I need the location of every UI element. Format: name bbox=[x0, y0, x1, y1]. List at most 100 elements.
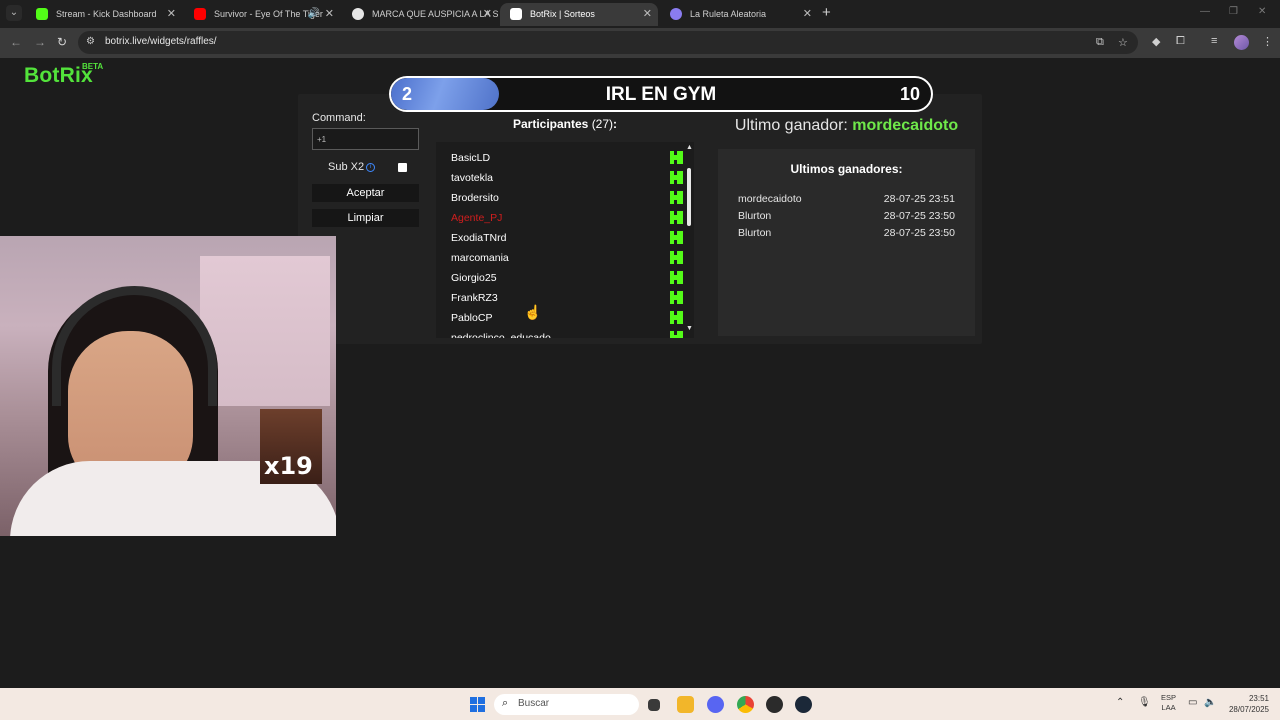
close-tab-icon[interactable]: ✕ bbox=[325, 3, 334, 25]
tray-overflow-icon[interactable]: ⌃ bbox=[1116, 697, 1124, 708]
info-icon[interactable]: i bbox=[366, 163, 375, 172]
tab-search-icon[interactable]: ⌄ bbox=[6, 5, 22, 21]
tab-kick-dashboard[interactable]: Stream - Kick Dashboard ✕ bbox=[26, 3, 182, 26]
task-view-icon[interactable] bbox=[648, 699, 660, 711]
winner-row: mordecaidoto 28-07-25 23:51 bbox=[738, 193, 955, 209]
tab-title: MARCA QUE AUSPICIA A LA SE bbox=[372, 9, 498, 19]
list-item[interactable]: marcomania bbox=[451, 248, 683, 268]
winner-row: Blurton 28-07-25 23:50 bbox=[738, 227, 955, 243]
participants-title: Participantes (27): bbox=[436, 117, 694, 131]
kick-icon bbox=[670, 151, 683, 164]
network-icon[interactable]: ▭ bbox=[1188, 697, 1197, 708]
list-item[interactable]: FrankRZ3 bbox=[451, 288, 683, 308]
close-tab-icon[interactable]: ✕ bbox=[483, 3, 492, 25]
kick-icon bbox=[670, 271, 683, 284]
tab-ruleta-aleatoria[interactable]: La Ruleta Aleatoria ✕ bbox=[660, 3, 818, 26]
clock-date: 28/07/2025 bbox=[1228, 705, 1269, 714]
sub-x2-checkbox[interactable] bbox=[398, 163, 407, 172]
volume-icon[interactable]: 🔈 bbox=[1204, 697, 1216, 708]
language-code: ESP bbox=[1161, 693, 1177, 702]
file-explorer-icon[interactable] bbox=[677, 696, 694, 713]
winner-name: Blurton bbox=[738, 227, 772, 239]
list-item[interactable]: ExodiaTNrd bbox=[451, 228, 683, 248]
kick-icon bbox=[670, 231, 683, 244]
last-winner-heading: Ultimo ganador: mordecaidoto bbox=[718, 117, 975, 135]
scroll-down-arrow-icon[interactable]: ▼ bbox=[686, 325, 693, 332]
close-window-icon[interactable]: ✕ bbox=[1258, 6, 1266, 17]
winner-date: 28-07-25 23:51 bbox=[883, 193, 955, 205]
profile-avatar[interactable] bbox=[1234, 35, 1249, 50]
scroll-up-arrow-icon[interactable]: ▲ bbox=[686, 144, 693, 151]
browser-menu-icon[interactable]: ⋮ bbox=[1262, 35, 1273, 48]
beta-badge: BETA bbox=[82, 62, 104, 71]
audio-playing-icon[interactable]: 🔊 bbox=[308, 3, 320, 25]
youtube-favicon-icon bbox=[194, 8, 206, 20]
participants-label: Participantes bbox=[512, 117, 589, 131]
list-item[interactable]: pedroclinco_educado bbox=[451, 328, 683, 338]
botrix-favicon-icon bbox=[510, 8, 522, 20]
close-tab-icon[interactable]: ✕ bbox=[643, 3, 652, 25]
raffle-progress-bar: 2 IRL EN GYM 10 bbox=[389, 76, 933, 112]
clear-button[interactable]: Limpiar bbox=[312, 209, 419, 227]
participants-list[interactable]: BasicLD tavotekla Brodersito Agente_PJ E… bbox=[436, 142, 694, 338]
close-tab-icon[interactable]: ✕ bbox=[803, 3, 812, 25]
address-bar[interactable]: ⚙ botrix.live/widgets/raffles/ ⧉ ☆ bbox=[78, 31, 1138, 54]
participant-name: tavotekla bbox=[451, 172, 494, 184]
discord-icon[interactable] bbox=[707, 696, 724, 713]
kick-icon bbox=[670, 211, 683, 224]
list-item[interactable]: BasicLD bbox=[451, 148, 683, 168]
list-item[interactable]: Giorgio25 bbox=[451, 268, 683, 288]
taskbar-search[interactable]: ⌕ Buscar bbox=[494, 694, 639, 715]
new-tab-button[interactable]: + bbox=[822, 4, 831, 21]
google-favicon-icon bbox=[352, 8, 364, 20]
search-placeholder: Buscar bbox=[518, 698, 550, 709]
list-item[interactable]: PabloCP bbox=[451, 308, 683, 328]
winner-row: Blurton 28-07-25 23:50 bbox=[738, 210, 955, 226]
url-text[interactable]: botrix.live/widgets/raffles/ bbox=[105, 36, 217, 47]
windows-taskbar: ⌕ Buscar ⌃ 🎙 ESP LAA ▭ 🔈 23:51 28/07/202… bbox=[0, 688, 1280, 720]
extension-diamond-icon[interactable]: ◆ bbox=[1152, 35, 1160, 48]
microphone-icon[interactable]: 🎙 bbox=[1138, 697, 1151, 708]
language-indicator[interactable]: ESP LAA bbox=[1161, 693, 1176, 713]
browser-tab-bar: ⌄ Stream - Kick Dashboard ✕ Survivor - E… bbox=[0, 0, 1280, 28]
kick-icon bbox=[670, 171, 683, 184]
participants-scrollbar[interactable]: ▲ ▼ bbox=[684, 142, 694, 338]
sub-x2-label: Sub X2 bbox=[328, 161, 365, 173]
site-info-icon[interactable]: ⚙ bbox=[86, 36, 98, 48]
list-item bbox=[451, 142, 677, 151]
taskbar-clock[interactable]: 23:51 28/07/2025 bbox=[1225, 693, 1269, 715]
background-shelf bbox=[200, 256, 330, 406]
kick-favicon-icon bbox=[36, 8, 48, 20]
forward-icon[interactable]: → bbox=[34, 35, 46, 49]
tab-marca[interactable]: MARCA QUE AUSPICIA A LA SE ✕ bbox=[342, 3, 498, 26]
participant-name-highlighted: Agente_PJ bbox=[451, 212, 503, 224]
obs-icon[interactable] bbox=[766, 696, 783, 713]
windows-start-icon[interactable] bbox=[470, 697, 485, 712]
accept-button[interactable]: Aceptar bbox=[312, 184, 419, 202]
extensions-puzzle-icon[interactable]: ⧠ bbox=[1176, 35, 1185, 48]
scroll-thumb[interactable] bbox=[687, 168, 691, 226]
command-input[interactable] bbox=[312, 128, 419, 150]
tab-title: BotRix | Sorteos bbox=[530, 9, 595, 19]
winners-history-box: Ultimos ganadores: mordecaidoto 28-07-25… bbox=[718, 149, 975, 336]
tab-youtube[interactable]: Survivor - Eye Of The Tiger 🔊 ✕ bbox=[184, 3, 340, 26]
participant-name: BasicLD bbox=[451, 152, 491, 164]
back-icon[interactable]: ← bbox=[10, 35, 22, 49]
maximize-icon[interactable]: ❐ bbox=[1229, 6, 1238, 17]
chrome-icon[interactable] bbox=[737, 696, 754, 713]
kick-icon bbox=[670, 311, 683, 324]
minimize-icon[interactable]: — bbox=[1200, 6, 1210, 17]
media-control-icon[interactable]: ≡ bbox=[1211, 35, 1217, 47]
close-tab-icon[interactable]: ✕ bbox=[167, 3, 176, 25]
bookmark-star-icon[interactable]: ☆ bbox=[1118, 36, 1128, 49]
command-label: Command: bbox=[312, 112, 366, 124]
translate-icon[interactable]: ⧉ bbox=[1096, 36, 1104, 49]
participants-count: (27) bbox=[591, 117, 614, 131]
tab-botrix-sorteos[interactable]: BotRix | Sorteos ✕ bbox=[500, 3, 658, 26]
reload-icon[interactable]: ↻ bbox=[57, 35, 67, 49]
list-item[interactable]: tavotekla bbox=[451, 168, 683, 188]
mouse-cursor-icon: ☝ bbox=[524, 304, 542, 320]
list-item[interactable]: Agente_PJ bbox=[451, 208, 683, 228]
steam-icon[interactable] bbox=[795, 696, 812, 713]
list-item[interactable]: Brodersito bbox=[451, 188, 683, 208]
